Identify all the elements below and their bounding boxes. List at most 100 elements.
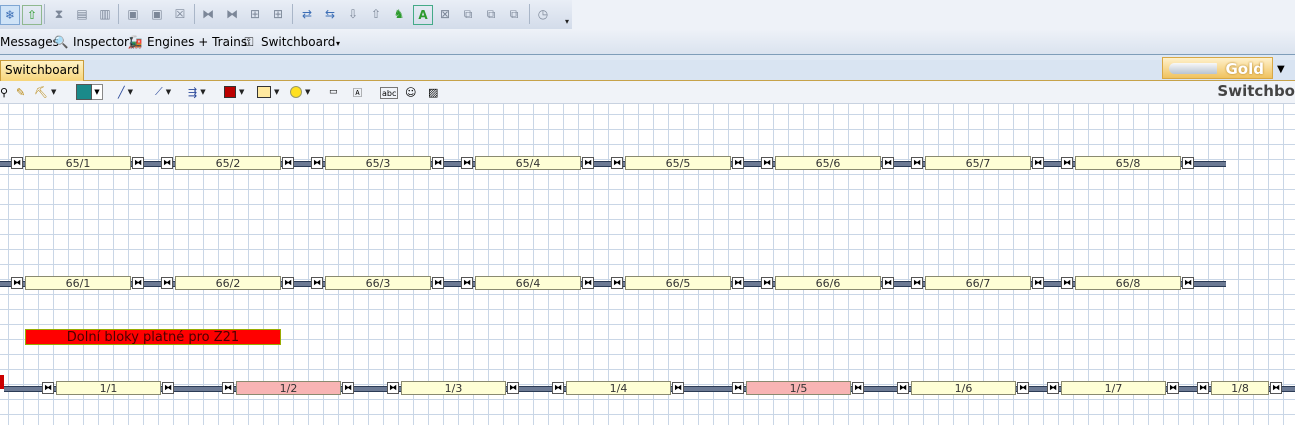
block-end-icon[interactable]: ⧓ <box>342 382 354 394</box>
block-end-icon[interactable]: ⧓ <box>672 382 684 394</box>
track-block[interactable]: 1/3 <box>401 381 506 395</box>
block-end-icon[interactable]: ⧓ <box>1197 382 1209 394</box>
switch2-icon[interactable]: ⇆ <box>321 5 339 23</box>
track-block[interactable]: 1/8 <box>1211 381 1269 395</box>
track-block[interactable]: 66/5 <box>625 276 731 290</box>
block-end-icon[interactable]: ⧓ <box>582 277 594 289</box>
loco-icon[interactable]: ▣ <box>124 5 142 23</box>
copy2-icon[interactable]: ⧉ <box>482 5 500 23</box>
block-end-icon[interactable]: ⧓ <box>1270 382 1282 394</box>
track-block[interactable]: 65/2 <box>175 156 281 170</box>
up-icon[interactable]: ⇧ <box>367 5 385 23</box>
block-end-icon[interactable]: ⧓ <box>552 382 564 394</box>
block-end-icon[interactable]: ⧓ <box>387 382 399 394</box>
track-block[interactable]: 65/5 <box>625 156 731 170</box>
block-end-icon[interactable]: ⧓ <box>1032 277 1044 289</box>
track-block[interactable]: 66/6 <box>775 276 881 290</box>
block-end-icon[interactable]: ⧓ <box>282 277 294 289</box>
signal-tool-icon[interactable]: ▼ <box>224 84 244 100</box>
block-end-icon[interactable]: ⧓ <box>582 157 594 169</box>
engines-panel-button[interactable]: 🚂 Engines + Trains <box>127 33 248 51</box>
text-a-icon[interactable]: A <box>413 5 433 25</box>
block-end-icon[interactable]: ⧓ <box>282 157 294 169</box>
track-block[interactable]: 65/6 <box>775 156 881 170</box>
block-end-icon[interactable]: ⧓ <box>311 277 323 289</box>
route3-icon[interactable]: ⊞ <box>246 5 264 23</box>
text-field-icon[interactable]: ▭ <box>329 84 338 100</box>
loco2-icon[interactable]: ▣ <box>148 5 166 23</box>
loco3-icon[interactable]: ☒ <box>171 5 189 23</box>
track-block[interactable]: 65/1 <box>25 156 131 170</box>
paint-icon[interactable]: ⛏ ▼ <box>34 84 56 100</box>
block-end-icon[interactable]: ⧓ <box>311 157 323 169</box>
block-end-icon[interactable]: ⧓ <box>1047 382 1059 394</box>
block-end-icon[interactable]: ⧓ <box>882 277 894 289</box>
image-icon[interactable]: ▨ <box>428 84 438 100</box>
track-block[interactable]: 66/7 <box>925 276 1031 290</box>
abc-text-icon[interactable]: abc <box>380 87 399 99</box>
switchboard-canvas[interactable]: Dolní bloky platné pro Z21 ⧓ ⧓ 65/1 ⧓ ⧓ 65/2 ⧓… <box>0 104 1295 425</box>
block-end-icon[interactable]: ⧓ <box>1182 277 1194 289</box>
switchboard-panel-button[interactable]: ⚿ Switchboard <box>241 33 335 51</box>
turnout-tool-icon[interactable]: ⇶ ▼ <box>188 84 206 100</box>
split-icon[interactable]: ⊠ <box>436 5 454 23</box>
block-tool-icon[interactable]: ▼ <box>257 84 279 100</box>
block-end-icon[interactable]: ⧓ <box>132 277 144 289</box>
block-end-icon[interactable]: ⧓ <box>732 157 744 169</box>
block-end-icon[interactable]: ⧓ <box>461 277 473 289</box>
smiley-icon[interactable]: ☺ <box>405 84 416 100</box>
block-end-icon[interactable]: ⧓ <box>432 157 444 169</box>
block-end-icon[interactable]: ⧓ <box>11 157 23 169</box>
block-end-icon[interactable]: ⧓ <box>222 382 234 394</box>
block-end-icon[interactable]: ⧓ <box>761 157 773 169</box>
block-end-icon[interactable]: ⧓ <box>897 382 909 394</box>
track-block[interactable]: 1/1 <box>56 381 161 395</box>
block-end-icon[interactable]: ⧓ <box>432 277 444 289</box>
track-block[interactable]: 1/2 <box>236 381 341 395</box>
track-block[interactable]: 1/5 <box>746 381 851 395</box>
block-end-icon[interactable]: ⧓ <box>461 157 473 169</box>
track-block[interactable]: 1/7 <box>1061 381 1166 395</box>
mode-icon[interactable]: ▥ <box>96 5 114 23</box>
block-end-icon[interactable]: ⧓ <box>852 382 864 394</box>
block-end-icon[interactable]: ⧓ <box>1032 157 1044 169</box>
up-arrow-icon[interactable]: ⇧ <box>22 5 42 25</box>
switch1-icon[interactable]: ⇄ <box>298 5 316 23</box>
color-picker[interactable]: ▼ <box>76 84 103 100</box>
block-end-icon[interactable]: ⧓ <box>132 157 144 169</box>
block-end-icon[interactable]: ⧓ <box>761 277 773 289</box>
block-end-icon[interactable]: ⧓ <box>507 382 519 394</box>
track-block[interactable]: 65/7 <box>925 156 1031 170</box>
track-block[interactable]: 65/3 <box>325 156 431 170</box>
block-end-icon[interactable]: ⧓ <box>611 277 623 289</box>
track-block[interactable]: 65/8 <box>1075 156 1181 170</box>
block-end-icon[interactable]: ⧓ <box>1017 382 1029 394</box>
track-tool-icon[interactable]: ⟋ ▼ <box>155 84 171 100</box>
line-tool-icon[interactable]: ╱ ▼ <box>118 84 133 100</box>
track-block[interactable]: 65/4 <box>475 156 581 170</box>
block-end-icon[interactable]: ⧓ <box>161 157 173 169</box>
block-end-icon[interactable]: ⧓ <box>1061 157 1073 169</box>
inspector-panel-button[interactable]: 🔍 Inspector <box>53 33 129 51</box>
snowflake-icon[interactable]: ❄ <box>0 5 20 25</box>
down-icon[interactable]: ⇩ <box>344 5 362 23</box>
copy3-icon[interactable]: ⧉ <box>505 5 523 23</box>
track-block[interactable]: 66/2 <box>175 276 281 290</box>
track-block[interactable]: 66/4 <box>475 276 581 290</box>
block-end-icon[interactable]: ⧓ <box>42 382 54 394</box>
figure-icon[interactable]: ♞ <box>390 5 408 23</box>
track-block[interactable]: 1/6 <box>911 381 1016 395</box>
block-end-icon[interactable]: ⧓ <box>1167 382 1179 394</box>
track-block[interactable]: 66/8 <box>1075 276 1181 290</box>
block-end-icon[interactable]: ⧓ <box>732 277 744 289</box>
block-end-icon[interactable]: ⧓ <box>1061 277 1073 289</box>
track-block[interactable]: 66/1 <box>25 276 131 290</box>
block-end-icon[interactable]: ⧓ <box>911 277 923 289</box>
block-end-icon[interactable]: ⧓ <box>911 157 923 169</box>
track-block[interactable]: 66/3 <box>325 276 431 290</box>
block-end-icon[interactable]: ⧓ <box>161 277 173 289</box>
block-end-icon[interactable]: ⧓ <box>732 382 744 394</box>
block-end-icon[interactable]: ⧓ <box>611 157 623 169</box>
block-end-icon[interactable]: ⧓ <box>882 157 894 169</box>
route1-icon[interactable]: ⧓ <box>199 5 217 23</box>
